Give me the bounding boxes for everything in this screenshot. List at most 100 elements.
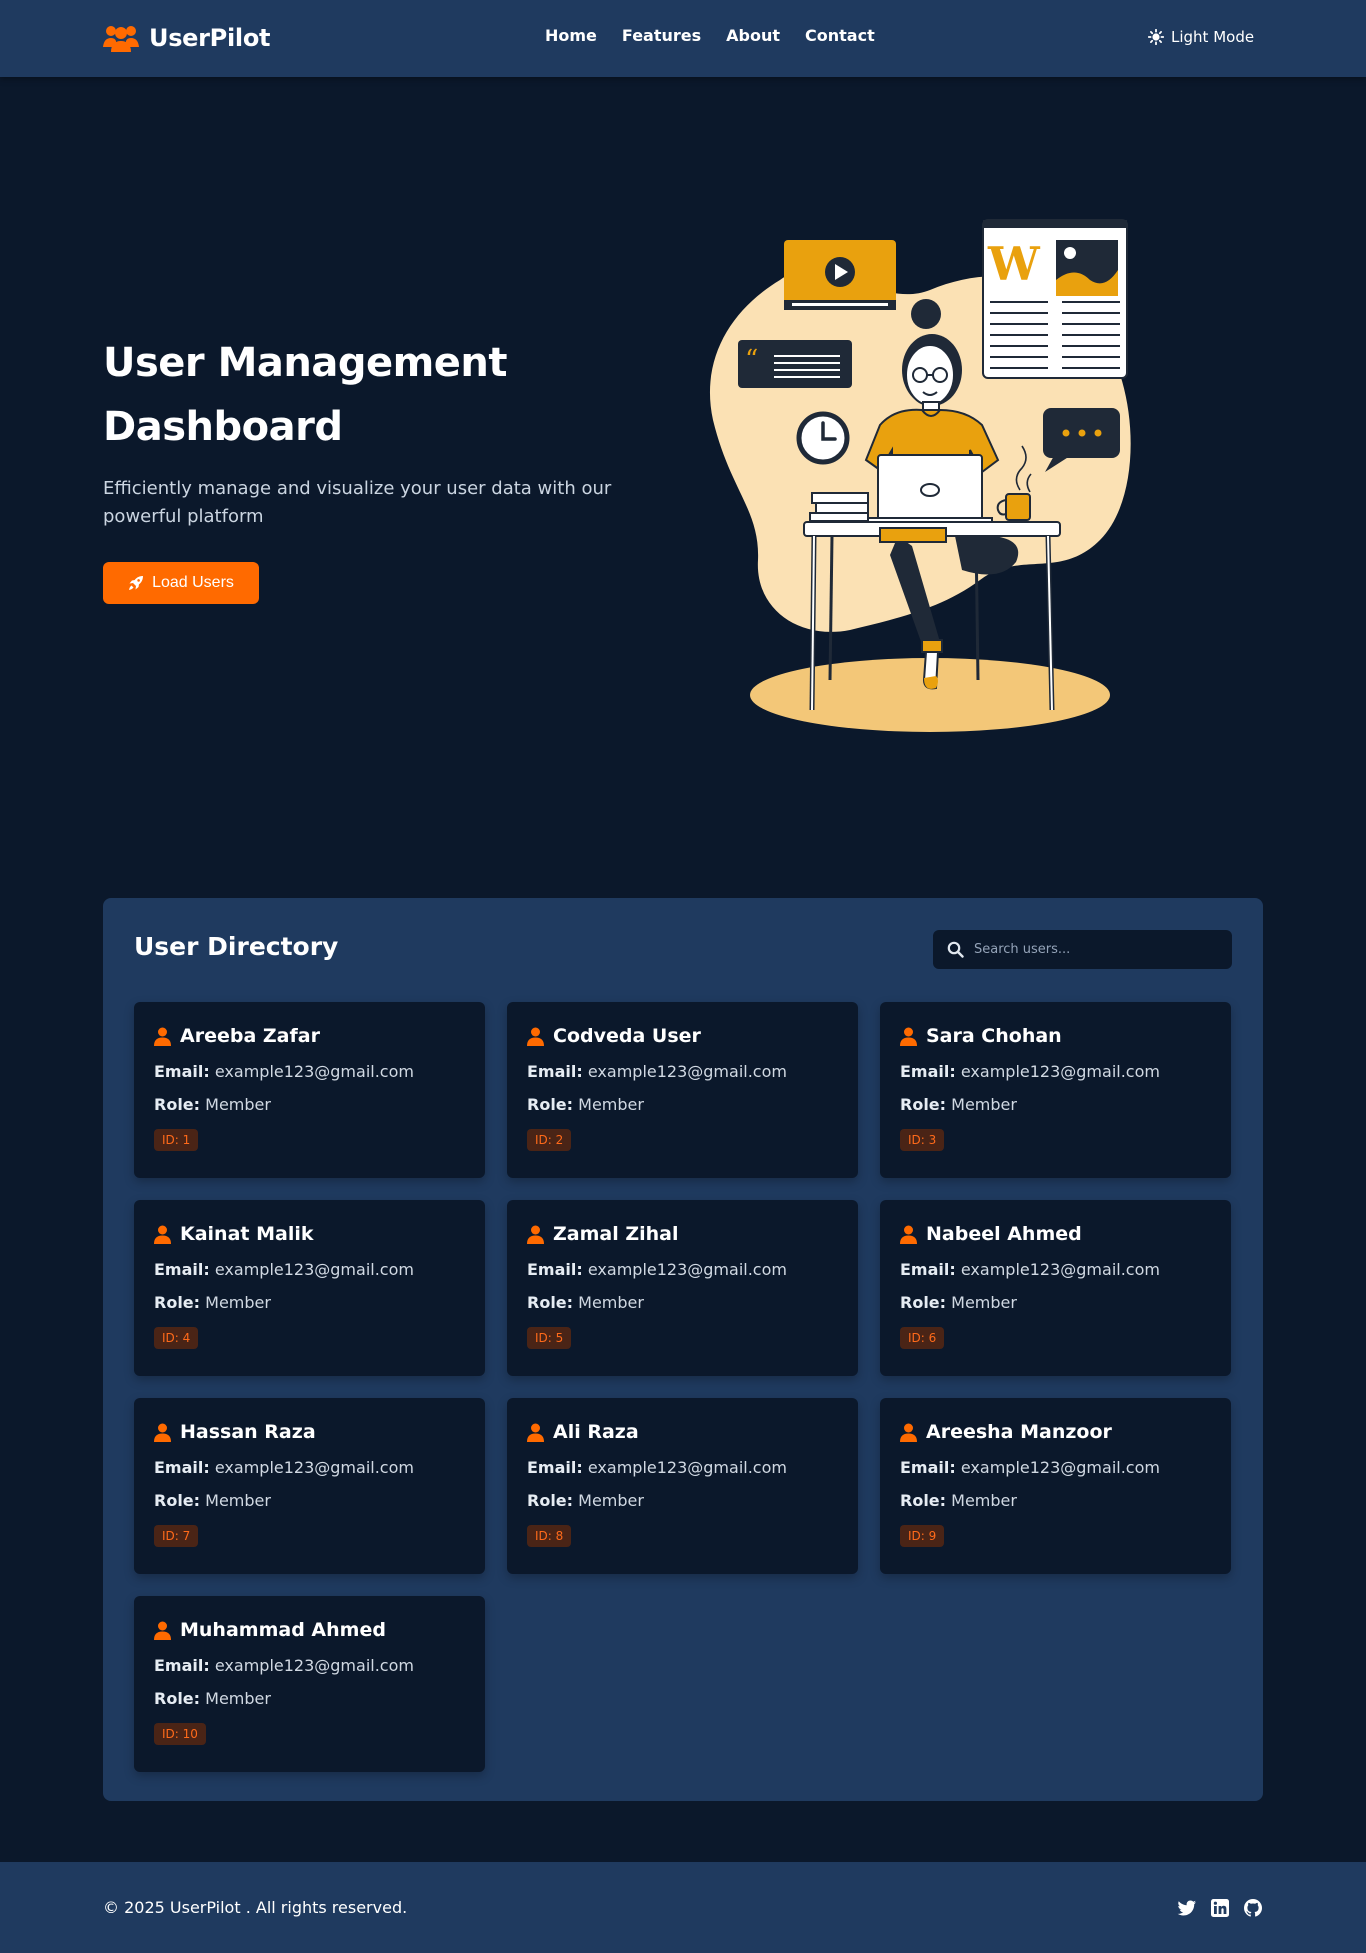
email-label: Email: [527, 1458, 583, 1477]
user-role-row: Role: Member [900, 1491, 1211, 1511]
user-card[interactable]: Areesha Manzoor Email: example123@gmail.… [880, 1398, 1231, 1574]
user-name: Areeba Zafar [180, 1025, 320, 1047]
user-card-header: Areesha Manzoor [900, 1420, 1211, 1444]
copyright-text: © 2025 UserPilot . All rights reserved. [103, 1898, 408, 1917]
user-role-row: Role: Member [527, 1491, 838, 1511]
user-card[interactable]: Kainat Malik Email: example123@gmail.com… [134, 1200, 485, 1376]
user-email-row: Email: example123@gmail.com [900, 1260, 1211, 1280]
user-card-header: Ali Raza [527, 1420, 838, 1444]
user-name: Sara Chohan [926, 1025, 1062, 1047]
user-email: example123@gmail.com [214, 1260, 414, 1279]
users-icon [103, 26, 139, 52]
video-window-icon [784, 240, 896, 310]
user-role: Member [205, 1689, 271, 1708]
user-email: example123@gmail.com [214, 1656, 414, 1675]
user-card[interactable]: Zamal Zihal Email: example123@gmail.com … [507, 1200, 858, 1376]
user-email-row: Email: example123@gmail.com [154, 1062, 465, 1082]
user-email-row: Email: example123@gmail.com [154, 1656, 465, 1676]
user-name: Zamal Zihal [553, 1223, 679, 1245]
github-link[interactable] [1243, 1898, 1263, 1918]
role-label: Role: [154, 1689, 201, 1708]
role-label: Role: [154, 1293, 201, 1312]
role-label: Role: [900, 1491, 947, 1510]
user-name: Areesha Manzoor [926, 1421, 1112, 1443]
user-id-badge: ID: 9 [900, 1525, 945, 1547]
footer: © 2025 UserPilot . All rights reserved. [0, 1862, 1366, 1953]
user-email: example123@gmail.com [960, 1062, 1160, 1081]
nav-contact[interactable]: Contact [805, 26, 875, 45]
theme-toggle-button[interactable]: Light Mode [1148, 28, 1254, 46]
brand-logo[interactable]: UserPilot [103, 22, 271, 54]
nav-about[interactable]: About [726, 26, 780, 45]
user-icon [900, 1225, 917, 1244]
user-card-header: Areeba Zafar [154, 1024, 465, 1048]
user-icon [527, 1423, 544, 1442]
user-role: Member [578, 1491, 644, 1510]
user-card-grid: Areeba Zafar Email: example123@gmail.com… [134, 1002, 1232, 1772]
directory-title: User Directory [134, 932, 339, 961]
search-box[interactable] [933, 930, 1232, 969]
sun-icon [1148, 29, 1164, 45]
user-role: Member [205, 1491, 271, 1510]
email-label: Email: [154, 1260, 210, 1279]
user-email: example123@gmail.com [960, 1458, 1160, 1477]
user-id-badge: ID: 5 [527, 1327, 572, 1349]
email-label: Email: [900, 1260, 956, 1279]
user-card-header: Zamal Zihal [527, 1222, 838, 1246]
user-id-badge: ID: 3 [900, 1129, 945, 1151]
user-email-row: Email: example123@gmail.com [154, 1260, 465, 1280]
user-name: Nabeel Ahmed [926, 1223, 1082, 1245]
linkedin-link[interactable] [1210, 1898, 1230, 1918]
user-card[interactable]: Codveda User Email: example123@gmail.com… [507, 1002, 858, 1178]
hero-title: User Management Dashboard [103, 340, 508, 450]
nav-home[interactable]: Home [545, 26, 597, 45]
theme-toggle-label: Light Mode [1171, 28, 1255, 46]
user-role-row: Role: Member [154, 1095, 465, 1115]
search-input[interactable] [974, 942, 1214, 957]
user-directory-panel: User Directory Areeba Zafar Email: examp… [103, 898, 1263, 1801]
user-id-badge: ID: 1 [154, 1129, 199, 1151]
user-role: Member [951, 1491, 1017, 1510]
role-label: Role: [527, 1293, 574, 1312]
user-role: Member [951, 1095, 1017, 1114]
email-label: Email: [900, 1062, 956, 1081]
user-card[interactable]: Hassan Raza Email: example123@gmail.com … [134, 1398, 485, 1574]
user-card-header: Muhammad Ahmed [154, 1618, 465, 1642]
user-name: Ali Raza [553, 1421, 639, 1443]
user-icon [900, 1027, 917, 1046]
user-card[interactable]: Muhammad Ahmed Email: example123@gmail.c… [134, 1596, 485, 1772]
user-icon [154, 1027, 171, 1046]
user-card[interactable]: Nabeel Ahmed Email: example123@gmail.com… [880, 1200, 1231, 1376]
user-role: Member [205, 1095, 271, 1114]
user-email: example123@gmail.com [960, 1260, 1160, 1279]
email-label: Email: [154, 1656, 210, 1675]
nav-features[interactable]: Features [622, 26, 701, 45]
role-label: Role: [527, 1095, 574, 1114]
user-card-header: Hassan Raza [154, 1420, 465, 1444]
user-icon [527, 1225, 544, 1244]
user-role-row: Role: Member [154, 1491, 465, 1511]
user-id-badge: ID: 6 [900, 1327, 945, 1349]
user-icon [154, 1621, 171, 1640]
hero-subtitle: Efficiently manage and visualize your us… [103, 478, 612, 527]
hero-illustration: W “ [709, 219, 1131, 732]
user-role: Member [951, 1293, 1017, 1312]
user-email-row: Email: example123@gmail.com [900, 1062, 1211, 1082]
user-card-header: Nabeel Ahmed [900, 1222, 1211, 1246]
twitter-link[interactable] [1177, 1898, 1197, 1918]
role-label: Role: [900, 1293, 947, 1312]
user-email-row: Email: example123@gmail.com [527, 1062, 838, 1082]
quote-box-icon: “ [738, 340, 852, 388]
user-name: Hassan Raza [180, 1421, 316, 1443]
rocket-icon [129, 576, 144, 590]
user-card[interactable]: Ali Raza Email: example123@gmail.com Rol… [507, 1398, 858, 1574]
user-email: example123@gmail.com [214, 1458, 414, 1477]
user-icon [900, 1423, 917, 1442]
user-card[interactable]: Areeba Zafar Email: example123@gmail.com… [134, 1002, 485, 1178]
email-label: Email: [154, 1062, 210, 1081]
user-card[interactable]: Sara Chohan Email: example123@gmail.com … [880, 1002, 1231, 1178]
user-id-badge: ID: 8 [527, 1525, 572, 1547]
user-id-badge: ID: 7 [154, 1525, 199, 1547]
load-users-button[interactable]: Load Users [103, 562, 259, 604]
user-role-row: Role: Member [527, 1293, 838, 1313]
